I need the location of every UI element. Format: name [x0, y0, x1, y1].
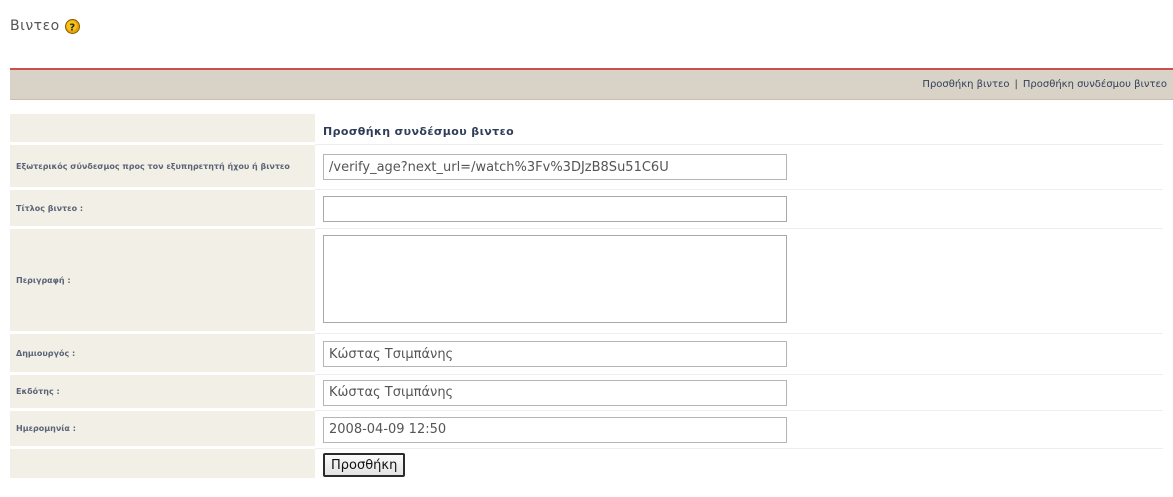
video-title-input[interactable] [323, 196, 787, 222]
form-heading: Προσθήκη συνδέσμου βιντεο [323, 124, 515, 138]
toolbar-links: Προσθήκη βιντεο | Προσθήκη συνδέσμου βιντε… [922, 79, 1167, 90]
external-link-cell [315, 145, 1163, 190]
video-link-form: Προσθήκη συνδέσμου βιντεο Εξωτερικός σύν… [10, 114, 1163, 481]
form-heading-cell: Προσθήκη συνδέσμου βιντεο [315, 114, 1163, 145]
help-icon[interactable]: ? [64, 18, 80, 34]
page: Βιντεο ? Προσθήκη βιντεο | Προσθήκη συνδέσ… [0, 0, 1173, 497]
submit-label-cell [10, 449, 315, 481]
date-input[interactable] [323, 416, 787, 443]
submit-cell: Προσθήκη [315, 449, 1163, 481]
creator-input[interactable] [323, 341, 787, 367]
date-label: Ημερομηνία : [10, 411, 315, 449]
add-video-link[interactable]: Προσθήκη βιντεο [922, 79, 1009, 90]
page-title-bar: Βιντεο ? [10, 18, 80, 34]
page-title: Βιντεο [10, 18, 60, 34]
external-link-label: Εξωτερικός σύνδεσμος προς τον εξυπηρετητ… [10, 145, 315, 190]
creator-label: Δημιουργός : [10, 334, 315, 375]
creator-cell [315, 334, 1163, 375]
description-cell [315, 229, 1163, 334]
label-column-header [10, 114, 315, 145]
toolbar-separator: | [1014, 79, 1018, 90]
video-title-cell [315, 190, 1163, 229]
date-cell [315, 411, 1163, 449]
external-link-input[interactable] [323, 154, 787, 180]
submit-button[interactable]: Προσθήκη [323, 453, 406, 477]
description-label: Περιγραφή : [10, 229, 315, 334]
description-textarea[interactable] [323, 235, 787, 323]
svg-text:?: ? [69, 22, 75, 33]
publisher-label: Εκδότης : [10, 375, 315, 411]
video-title-label: Τίτλος βιντεο : [10, 190, 315, 229]
publisher-cell [315, 375, 1163, 411]
add-video-link-link[interactable]: Προσθήκη συνδέσμου βιντεο [1023, 79, 1167, 90]
publisher-input[interactable] [323, 379, 787, 406]
action-toolbar: Προσθήκη βιντεο | Προσθήκη συνδέσμου βιντε… [10, 68, 1173, 100]
